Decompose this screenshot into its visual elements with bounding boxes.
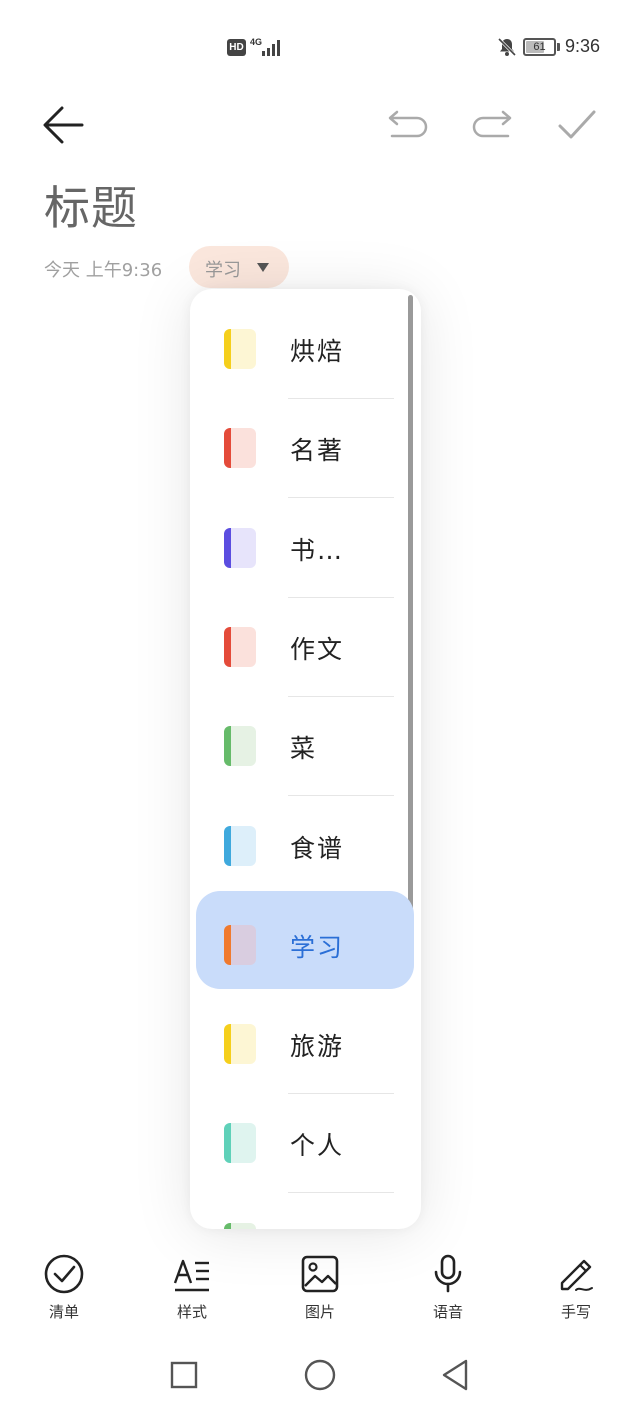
category-option[interactable]: 名著	[190, 393, 421, 499]
notebook-cover	[231, 1024, 256, 1065]
category-option-label: 菜	[290, 734, 318, 764]
note-date: 今天 上午9:36	[44, 260, 163, 281]
category-option[interactable]: 个人	[190, 1088, 421, 1194]
category-option[interactable]: 书…	[190, 493, 421, 598]
checklist-label: 清单	[48, 1303, 79, 1321]
note-title[interactable]: 标题	[44, 172, 138, 238]
signal-strength-icon	[262, 40, 280, 56]
category-option[interactable]: 学习	[190, 890, 421, 989]
text-style-button[interactable]: 样式	[157, 1253, 227, 1325]
notebook-spine	[224, 527, 231, 568]
category-option-label: 作文	[290, 634, 345, 664]
category-option[interactable]: 菜	[190, 691, 421, 797]
notebook-color-icon	[224, 1123, 256, 1164]
arrow-left-icon	[43, 106, 84, 144]
home-button[interactable]	[300, 1355, 340, 1395]
notebook-spine	[224, 428, 231, 469]
notebook-cover	[231, 726, 256, 767]
category-option[interactable]: 生活	[190, 1188, 421, 1229]
image-icon	[301, 1255, 339, 1293]
battery-cap	[557, 43, 560, 51]
notebook-spine	[224, 329, 231, 369]
status-time: 9:36	[565, 36, 601, 56]
undo-button[interactable]	[386, 108, 430, 142]
notebook-color-icon	[224, 1024, 256, 1065]
category-selector-label: 学习	[205, 260, 241, 281]
category-option[interactable]: 食谱	[190, 791, 421, 890]
notebook-color-icon	[224, 428, 256, 469]
dropdown-arrow-icon	[257, 263, 269, 272]
battery-percent: 61	[533, 41, 546, 53]
notebook-color-icon	[224, 527, 256, 568]
notebook-spine	[224, 825, 231, 866]
checklist-button[interactable]: 清单	[29, 1253, 99, 1325]
notebook-spine	[224, 1123, 231, 1164]
category-option[interactable]: 作文	[190, 592, 421, 697]
category-option-label: 名著	[290, 436, 345, 466]
image-button[interactable]: 图片	[285, 1253, 355, 1325]
checklist-icon	[44, 1254, 84, 1294]
battery-icon: 61	[523, 38, 556, 56]
notebook-spine	[224, 726, 231, 767]
category-dropdown[interactable]: 烘焙名著书… 作文菜食谱学习旅游个人生活	[190, 289, 421, 1229]
status-bar: HD 4G 61 9:36	[0, 0, 640, 92]
undo-icon	[388, 110, 428, 138]
category-option-label: 生活	[290, 1226, 344, 1229]
text-style-label: 样式	[176, 1303, 207, 1321]
notebook-cover	[231, 428, 256, 469]
notebook-cover	[231, 1123, 256, 1164]
image-label: 图片	[304, 1303, 335, 1321]
back-button[interactable]	[40, 104, 88, 146]
microphone-icon	[434, 1254, 462, 1293]
category-option-label: 学习	[290, 932, 345, 962]
square-recents-icon	[170, 1361, 198, 1389]
nav-back-button[interactable]	[436, 1355, 476, 1395]
notebook-spine	[224, 1024, 231, 1065]
voice-label: 语音	[432, 1303, 463, 1321]
circle-home-icon	[304, 1359, 336, 1391]
handwriting-pen-icon	[560, 1259, 593, 1291]
notebook-cover	[231, 825, 256, 866]
redo-icon	[472, 110, 512, 138]
notebook-spine	[224, 626, 231, 667]
notebook-color-icon	[224, 924, 256, 965]
triangle-back-icon	[442, 1359, 468, 1391]
voice-button[interactable]: 语音	[413, 1253, 483, 1325]
notebook-color-icon	[224, 329, 256, 369]
notebook-spine	[224, 924, 231, 965]
redo-button[interactable]	[470, 108, 514, 142]
hd-badge: HD	[227, 39, 246, 56]
notebook-color-icon	[224, 626, 256, 667]
notebook-cover	[231, 1222, 256, 1229]
notebook-spine	[224, 1222, 231, 1229]
text-style-icon	[173, 1259, 209, 1292]
category-selector[interactable]: 学习	[189, 246, 289, 288]
category-option-label: 食谱	[290, 833, 345, 863]
notebook-color-icon	[224, 1222, 256, 1229]
category-option-label: 烘焙	[290, 337, 345, 366]
category-option-label: 书…	[290, 535, 345, 565]
confirm-button[interactable]	[556, 106, 598, 144]
category-option-label: 个人	[290, 1131, 345, 1161]
notebook-color-icon	[224, 726, 256, 767]
handwriting-label: 手写	[560, 1303, 591, 1321]
category-option[interactable]: 旅游	[190, 989, 421, 1095]
notebook-color-icon	[224, 825, 256, 866]
handwriting-button[interactable]: 手写	[541, 1253, 611, 1325]
bell-off-icon	[497, 37, 517, 57]
checkmark-icon	[558, 110, 596, 139]
notebook-cover	[231, 924, 256, 965]
category-option-label: 旅游	[290, 1032, 345, 1062]
notebook-cover	[231, 527, 256, 568]
notebook-cover	[231, 329, 256, 369]
notebook-cover	[231, 626, 256, 667]
category-option[interactable]: 烘焙	[190, 294, 421, 399]
recents-button[interactable]	[164, 1355, 204, 1395]
network-type: 4G	[250, 37, 263, 47]
